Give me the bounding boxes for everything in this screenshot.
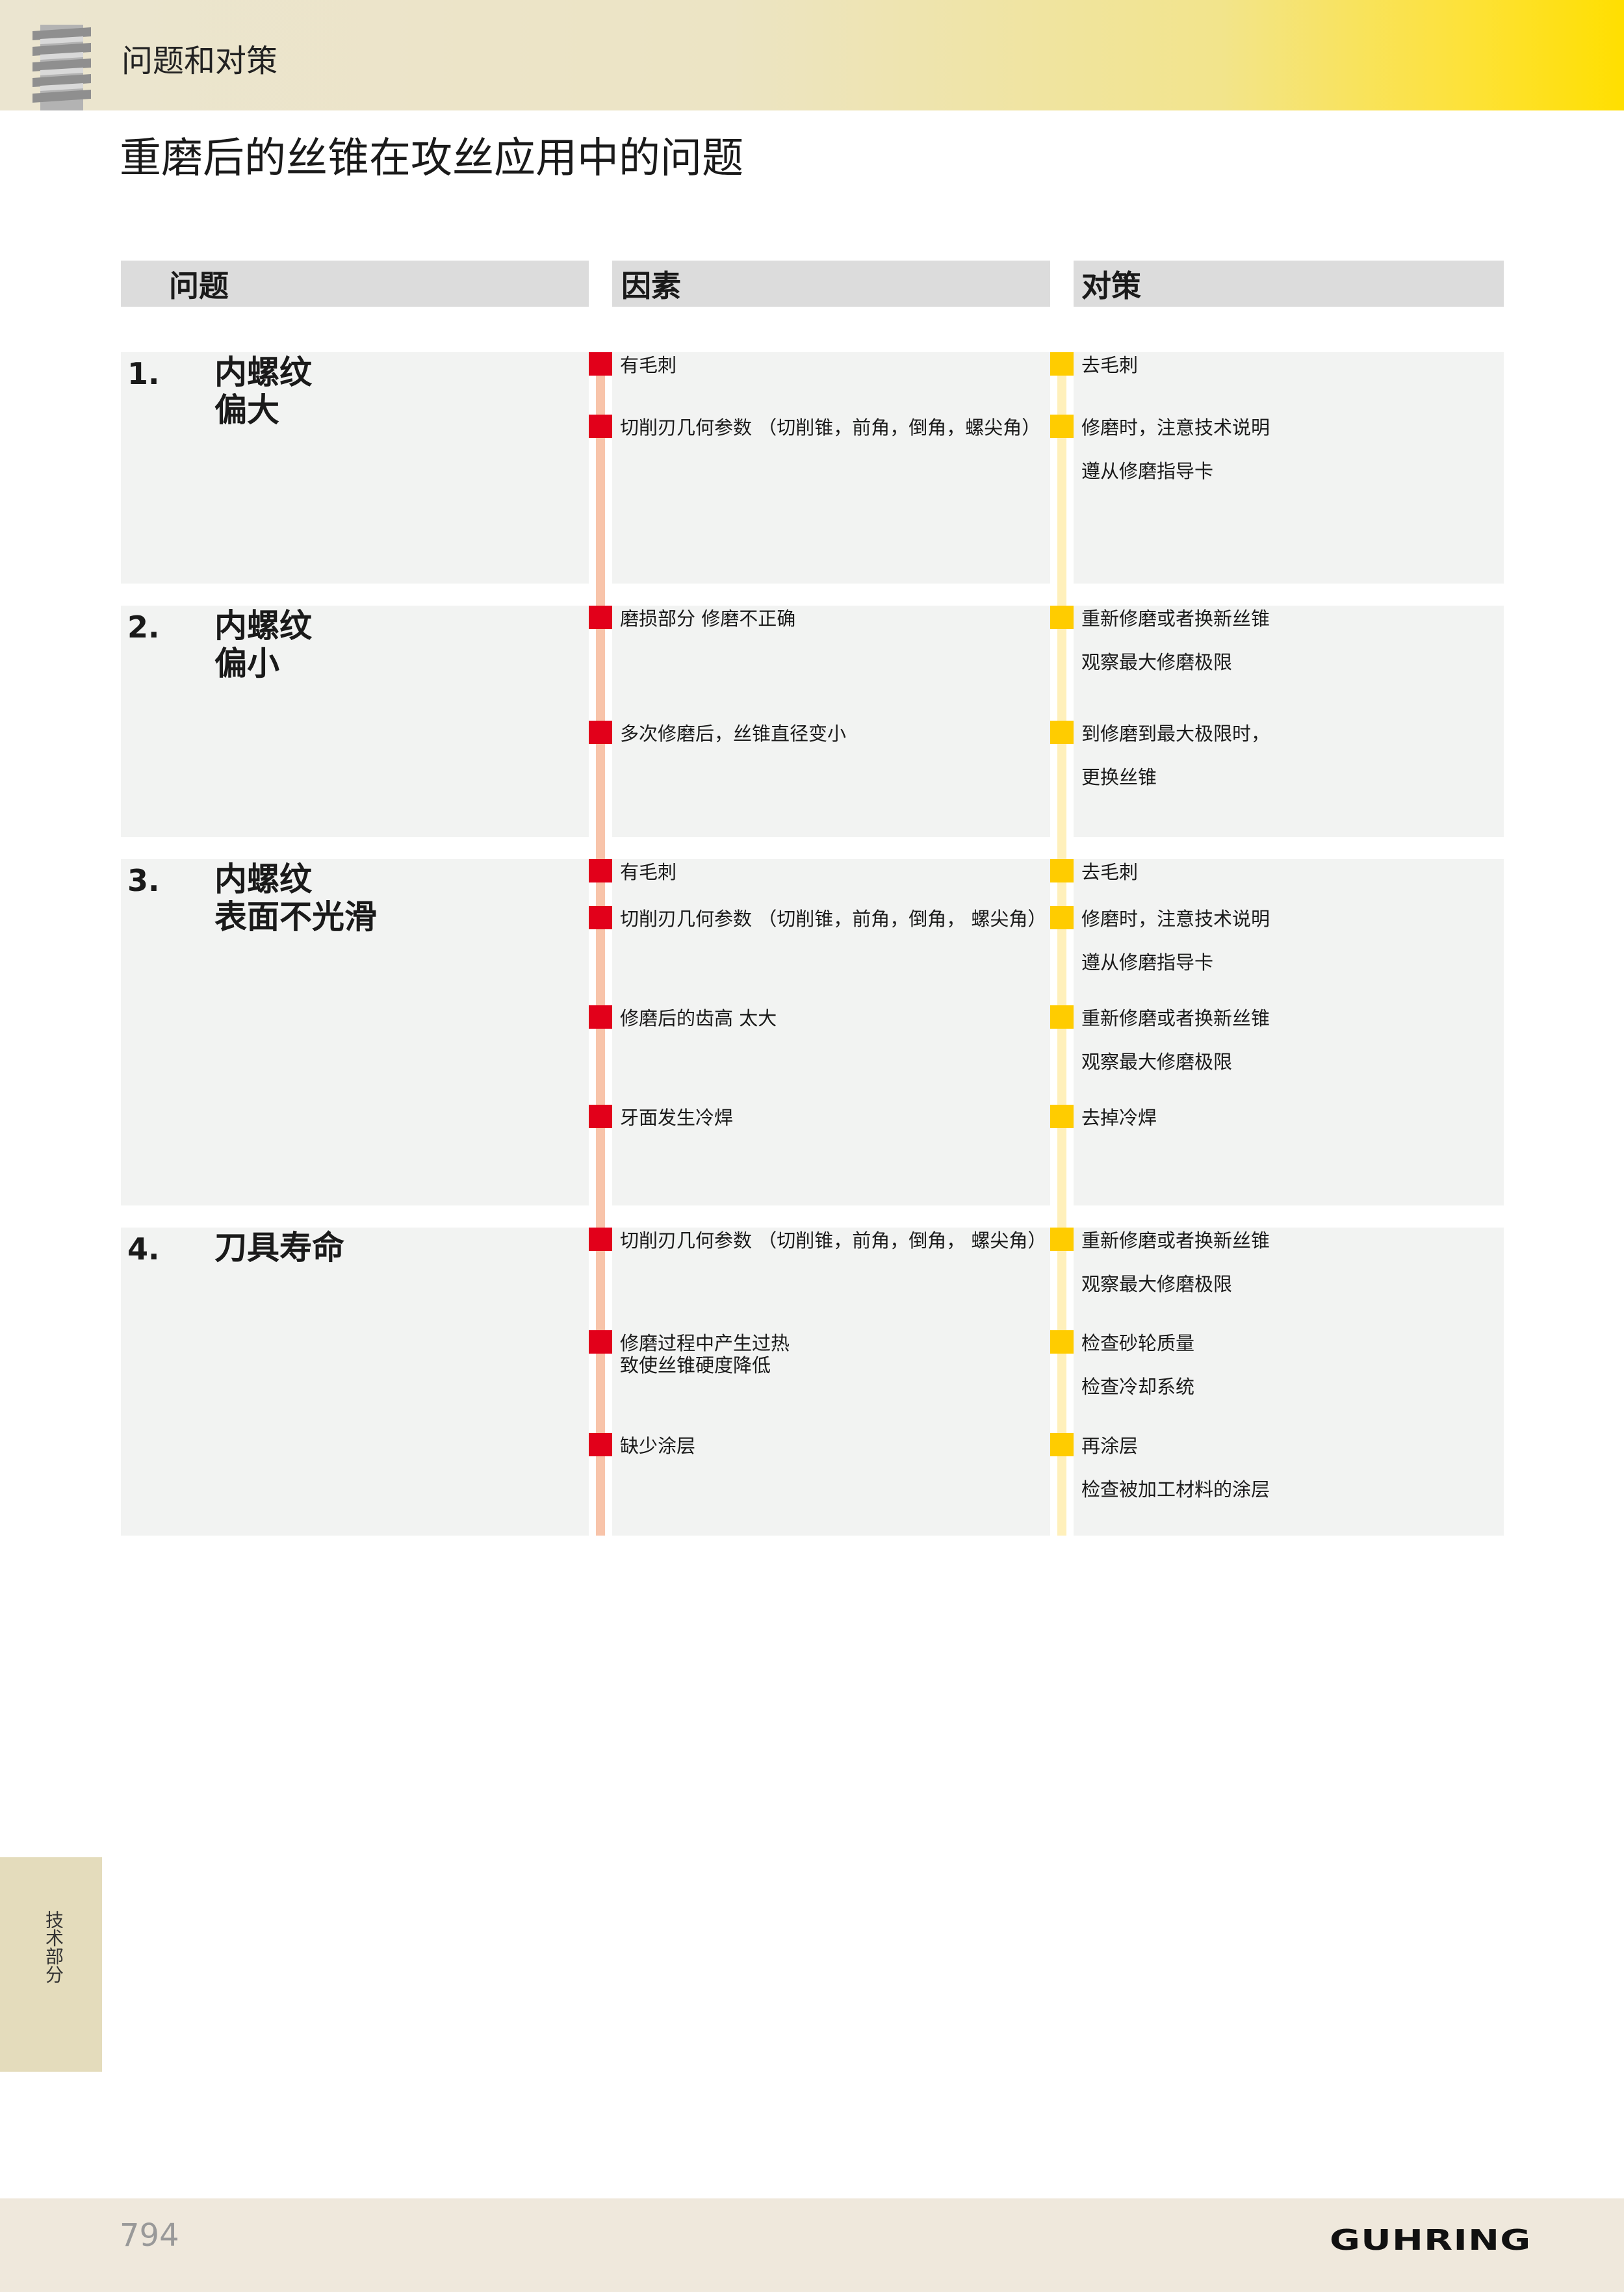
remedy-item: 观察最大修磨极限 (1081, 651, 1233, 673)
cause-item: 致使丝锥硬度降低 (620, 1354, 771, 1376)
remedy-item: 观察最大修磨极限 (1081, 1051, 1233, 1073)
remedy-timeline (1057, 352, 1066, 1536)
row-4-number: 4. (127, 1231, 160, 1267)
section-title: 问题和对策 (122, 43, 278, 79)
row-1-title-line1: 内螺纹 (214, 354, 312, 391)
page-title: 重磨后的丝锥在攻丝应用中的问题 (120, 135, 743, 183)
remedy-item: 检查冷却系统 (1081, 1376, 1195, 1398)
row-1-number: 1. (127, 356, 160, 391)
row-2-number: 2. (127, 610, 160, 645)
remedy-item: 到修磨到最大极限时， (1081, 723, 1270, 745)
cause-item: 有毛刺 (620, 354, 677, 376)
remedy-item: 观察最大修磨极限 (1081, 1273, 1233, 1295)
remedy-item: 修磨时，注意技术说明 (1081, 417, 1270, 439)
remedy-marker (1050, 352, 1074, 376)
remedy-marker (1050, 415, 1074, 438)
cause-item: 切削刃几何参数 （切削锥，前角，倒角， 螺尖角） (620, 1230, 1047, 1252)
cause-item: 磨损部分 修磨不正确 (620, 608, 796, 630)
side-tab-label: 技术部分 (43, 1911, 64, 1983)
column-header-remedy: 对策 (1074, 261, 1504, 307)
remedy-item: 再涂层 (1081, 1435, 1139, 1457)
cause-item: 有毛刺 (620, 861, 677, 883)
cause-item: 多次修磨后，丝锥直径变小 (620, 723, 847, 745)
row-2-cause-cell (612, 606, 1050, 837)
cause-marker (589, 1105, 612, 1128)
cause-item: 切削刃几何参数 （切削锥，前角，倒角， 螺尖角） (620, 908, 1047, 930)
remedy-item: 去毛刺 (1081, 861, 1139, 883)
remedy-marker (1050, 1433, 1074, 1456)
remedy-item: 修磨时，注意技术说明 (1081, 908, 1270, 930)
page-number: 794 (120, 2217, 179, 2254)
row-1-title-line2: 偏大 (214, 391, 279, 429)
cause-item: 缺少涂层 (620, 1435, 696, 1457)
row-1-problem-cell (121, 352, 589, 584)
cause-marker (589, 859, 612, 882)
remedy-marker (1050, 721, 1074, 744)
row-3-number: 3. (127, 863, 160, 898)
remedy-item: 遵从修磨指导卡 (1081, 951, 1214, 973)
column-header-cause: 因素 (612, 261, 1050, 307)
cause-marker (589, 415, 612, 438)
remedy-marker (1050, 606, 1074, 629)
cause-item: 牙面发生冷焊 (620, 1107, 734, 1129)
remedy-item: 遵从修磨指导卡 (1081, 460, 1214, 482)
brand-logo: GUHRING (1330, 2224, 1532, 2257)
remedy-marker (1050, 859, 1074, 882)
row-2-remedy-cell (1074, 606, 1504, 837)
cause-marker (589, 1330, 612, 1354)
remedy-marker (1050, 906, 1074, 929)
row-2-title-line1: 内螺纹 (214, 607, 312, 645)
cause-marker (589, 1433, 612, 1456)
cause-marker (589, 721, 612, 744)
row-2-title-line2: 偏小 (214, 645, 279, 682)
cause-marker (589, 606, 612, 629)
cause-marker (589, 1005, 612, 1029)
cause-marker (589, 1228, 612, 1251)
remedy-item: 去毛刺 (1081, 354, 1139, 376)
thread-screw-icon (32, 25, 91, 110)
row-3-title-line1: 内螺纹 (214, 860, 312, 898)
remedy-item: 更换丝锥 (1081, 766, 1157, 788)
remedy-marker (1050, 1228, 1074, 1251)
remedy-marker (1050, 1005, 1074, 1029)
row-3-title-line2: 表面不光滑 (214, 898, 377, 936)
remedy-marker (1050, 1330, 1074, 1354)
remedy-item: 检查被加工材料的涂层 (1081, 1478, 1270, 1500)
cause-marker (589, 352, 612, 376)
row-4-problem-cell (121, 1228, 589, 1536)
remedy-item: 去掉冷焊 (1081, 1107, 1157, 1129)
remedy-marker (1050, 1105, 1074, 1128)
cause-item: 修磨过程中产生过热 (620, 1332, 790, 1354)
remedy-item: 重新修磨或者换新丝锥 (1081, 1007, 1270, 1029)
cause-timeline (596, 352, 605, 1536)
row-2-problem-cell (121, 606, 589, 837)
remedy-item: 检查砂轮质量 (1081, 1332, 1195, 1354)
column-header-problem: 问题 (121, 261, 589, 307)
cause-item: 切削刃几何参数 （切削锥，前角，倒角，螺尖角） (620, 417, 1041, 439)
cause-marker (589, 906, 612, 929)
row-1-cause-cell (612, 352, 1050, 584)
row-4-title-line1: 刀具寿命 (214, 1229, 344, 1267)
row-4-cause-cell (612, 1228, 1050, 1536)
cause-item: 修磨后的齿高 太大 (620, 1007, 777, 1029)
remedy-item: 重新修磨或者换新丝锥 (1081, 608, 1270, 630)
remedy-item: 重新修磨或者换新丝锥 (1081, 1230, 1270, 1252)
